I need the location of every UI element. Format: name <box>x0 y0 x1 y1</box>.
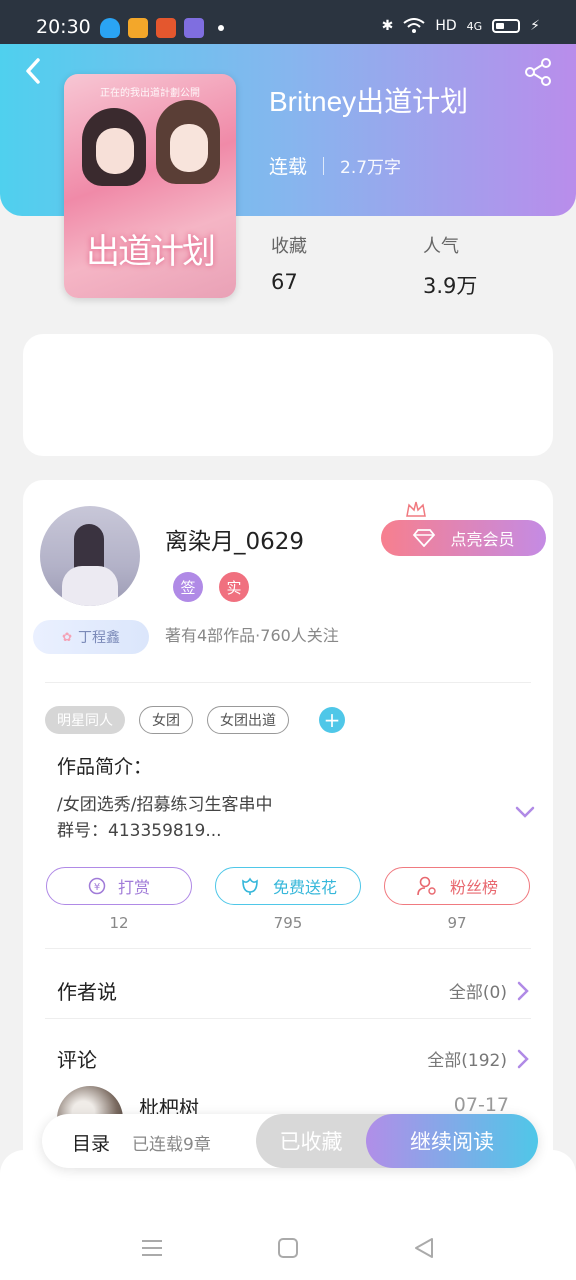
coin-icon: ¥ <box>88 877 106 895</box>
chevron-right-icon <box>517 1049 529 1068</box>
verified-badge: 实 <box>219 572 249 602</box>
menu-icon[interactable] <box>138 1234 166 1262</box>
author-says-all-link[interactable]: 全部(0) <box>449 978 529 1003</box>
popularity-stat: 人气 3.9万 <box>423 232 477 300</box>
divider <box>45 948 531 949</box>
fans-ranking-button[interactable]: 粉丝榜 <box>384 867 530 905</box>
app-notification-icon <box>156 18 176 38</box>
crown-icon <box>406 501 426 517</box>
battery-icon <box>492 19 521 33</box>
reading-action-bar: 目录 已连载9章 已收藏 继续阅读 <box>42 1114 538 1168</box>
fans-ranking-label: 粉丝榜 <box>449 878 498 897</box>
intro-line: 群号：413359819... <box>57 821 222 841</box>
flower-icon <box>242 877 258 895</box>
book-cover[interactable]: 正在的我出道計劃公開 出道计划 <box>64 74 236 298</box>
favorites-label: 收藏 <box>271 236 307 257</box>
comments-all-label: 全部(192) <box>427 1051 507 1071</box>
status-time: 20:30 <box>36 16 91 38</box>
status-right: ✱ HD 4G ⚡ <box>382 18 540 34</box>
more-notifications-icon <box>218 25 224 31</box>
author-meta: 著有4部作品·760人关注 <box>165 626 339 645</box>
tag-item[interactable]: 明星同人 <box>45 706 125 734</box>
bluetooth-icon: ✱ <box>381 18 394 34</box>
signed-badge: 签 <box>173 572 203 602</box>
charging-icon: ⚡ <box>530 18 540 34</box>
tip-label: 打赏 <box>117 878 150 897</box>
share-icon[interactable] <box>522 56 554 88</box>
avatar-body <box>62 566 118 606</box>
chevron-down-icon[interactable] <box>513 802 537 822</box>
tag-item[interactable]: 女团 <box>139 706 193 734</box>
add-tag-button[interactable]: + <box>319 707 345 733</box>
back-nav-icon[interactable] <box>410 1234 438 1262</box>
cover-title: 出道计划 <box>86 232 216 272</box>
book-title: Britney出道计划 <box>269 86 469 117</box>
tip-count: 12 <box>109 914 129 932</box>
author-avatar[interactable] <box>40 506 140 606</box>
toc-button[interactable]: 目录 <box>72 1129 110 1156</box>
divider <box>45 682 531 683</box>
back-icon[interactable] <box>20 54 48 88</box>
author-says-title: 作者说 <box>57 980 117 1004</box>
comments-all-link[interactable]: 全部(192) <box>427 1046 529 1071</box>
send-flower-label: 免费送花 <box>272 878 337 897</box>
home-icon[interactable] <box>274 1234 302 1262</box>
favorites-value: 67 <box>271 270 298 294</box>
intro-title: 作品简介： <box>57 756 153 778</box>
continue-reading-label: 继续阅读 <box>410 1130 494 1154</box>
divider <box>45 1018 531 1019</box>
send-flower-button[interactable]: 免费送花 <box>215 867 361 905</box>
chapter-count: 已连载9章 <box>132 1135 211 1155</box>
book-status: 连载 2.7万字 <box>269 152 401 179</box>
blank-card <box>23 334 553 456</box>
member-button[interactable]: 点亮会员 <box>381 520 546 556</box>
intro-line: /女团选秀/招募练习生客串中 <box>57 795 273 815</box>
favorites-stat: 收藏 67 <box>271 232 307 294</box>
tag-item[interactable]: 女团出道 <box>207 706 289 734</box>
serial-status: 连载 <box>269 156 308 178</box>
comment-date: 07-17 <box>453 1094 509 1116</box>
fans-count: 97 <box>447 914 467 932</box>
favorited-label: 已收藏 <box>279 1130 343 1154</box>
network-type: HD <box>435 18 457 34</box>
wifi-icon <box>403 18 425 33</box>
app-notification-icon <box>184 18 204 38</box>
continue-reading-button[interactable]: 继续阅读 <box>366 1114 538 1168</box>
vip-tag: 丁程鑫 <box>33 620 149 654</box>
tag-list: 明星同人 女团 女团出道 + <box>45 706 345 734</box>
svg-text:¥: ¥ <box>94 882 100 893</box>
cover-face <box>170 124 208 172</box>
author-name[interactable]: 离染月_0629 <box>165 522 304 556</box>
weibo-icon <box>128 18 148 38</box>
cover-note: 正在的我出道計劃公開 <box>100 88 200 99</box>
signal-icon: 4G <box>466 19 483 33</box>
popularity-value: 3.9万 <box>423 274 478 298</box>
flower-count: 795 <box>273 914 303 932</box>
popularity-label: 人气 <box>423 236 459 257</box>
user-ranking-icon <box>417 876 436 896</box>
tip-button[interactable]: ¥ 打赏 <box>46 867 192 905</box>
member-button-label: 点亮会员 <box>450 530 515 549</box>
status-divider <box>323 156 325 175</box>
chevron-right-icon <box>517 981 529 1000</box>
author-info-card: 丁程鑫 离染月_0629 签 实 著有4部作品·760人关注 点亮会员 明星同人… <box>23 480 553 1200</box>
system-nav-bar <box>0 1150 576 1280</box>
author-says-all-label: 全部(0) <box>448 983 507 1003</box>
comments-title: 评论 <box>57 1048 97 1072</box>
cover-face <box>96 128 134 174</box>
intro-text: /女团选秀/招募练习生客串中 群号：413359819... <box>57 792 272 844</box>
word-count: 2.7万字 <box>340 158 402 178</box>
diamond-icon <box>413 529 436 547</box>
qq-icon <box>100 18 120 38</box>
